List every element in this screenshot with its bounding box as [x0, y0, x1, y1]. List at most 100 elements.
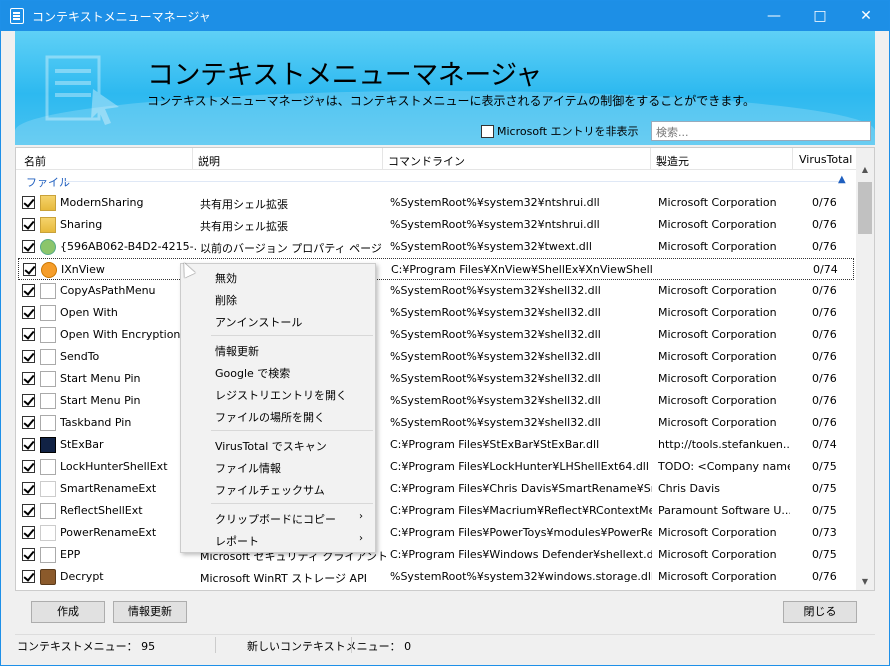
- search-input[interactable]: 検索...: [651, 121, 871, 141]
- vertical-scrollbar[interactable]: ▲ ▼: [856, 148, 874, 590]
- cell-virustotal[interactable]: 0/75: [812, 482, 852, 495]
- hide-microsoft-checkbox[interactable]: [481, 124, 494, 138]
- refresh-info-button[interactable]: 情報更新: [113, 601, 187, 623]
- close-window-button[interactable]: ✕: [843, 1, 889, 31]
- group-header-file[interactable]: ファイル: [26, 174, 70, 190]
- table-row[interactable]: EPP Microsoft セキュリティ クライアント ... C:¥Program…: [18, 544, 854, 566]
- menu-item-open-registry[interactable]: レジストリエントリを開く: [215, 387, 347, 403]
- row-enable-checkbox[interactable]: [22, 526, 35, 539]
- cell-virustotal[interactable]: 0/76: [812, 284, 852, 297]
- cell-virustotal[interactable]: 0/76: [812, 240, 852, 253]
- maximize-button[interactable]: □: [797, 1, 843, 31]
- table-row[interactable]: CopyAsPathMenu %SystemRoot%¥system32¥shel…: [18, 280, 854, 302]
- cell-virustotal[interactable]: 0/76: [812, 350, 852, 363]
- cell-virustotal[interactable]: 0/76: [812, 394, 852, 407]
- scroll-up-icon[interactable]: ▲: [856, 162, 874, 178]
- row-enable-checkbox[interactable]: [22, 394, 35, 407]
- cell-virustotal[interactable]: 0/73: [812, 526, 852, 539]
- cell-name: {596AB062-B4D2-4215-...: [60, 240, 196, 253]
- menu-item-google-search[interactable]: Google で検索: [215, 365, 290, 381]
- row-enable-checkbox[interactable]: [22, 438, 35, 451]
- table-row[interactable]: PowerRenameExt C:¥Program Files¥PowerToys…: [18, 522, 854, 544]
- row-enable-checkbox[interactable]: [22, 416, 35, 429]
- row-enable-checkbox[interactable]: [22, 570, 35, 583]
- row-enable-checkbox[interactable]: [22, 240, 35, 253]
- cell-virustotal[interactable]: 0/74: [812, 438, 852, 451]
- cell-name: Decrypt: [60, 570, 104, 583]
- cell-name: ModernSharing: [60, 196, 144, 209]
- hide-microsoft-toggle[interactable]: Microsoft エントリを非表示: [481, 123, 639, 139]
- cell-virustotal[interactable]: 0/76: [812, 218, 852, 231]
- cell-virustotal[interactable]: 0/75: [812, 548, 852, 561]
- column-maker[interactable]: 製造元: [656, 153, 689, 169]
- cell-virustotal[interactable]: 0/75: [812, 460, 852, 473]
- cell-maker: Microsoft Corporation: [658, 526, 777, 539]
- cell-virustotal[interactable]: 0/75: [812, 504, 852, 517]
- table-row[interactable]: Open With EncryptionM... %SystemRoot%¥sys…: [18, 324, 854, 346]
- close-button[interactable]: 閉じる: [783, 601, 857, 623]
- cell-description: 以前のバージョン プロパティ ページ: [200, 242, 382, 255]
- table-row[interactable]: StExBar C:¥Program Files¥StExBar¥StExBar.…: [18, 434, 854, 456]
- row-enable-checkbox[interactable]: [22, 306, 35, 319]
- menu-item-disable[interactable]: 無効: [215, 270, 237, 286]
- app-window: コンテキストメニューマネージャ — □ ✕ コンテキストメニューマネージャ コン…: [0, 0, 890, 666]
- table-row[interactable]: Decrypt Microsoft WinRT ストレージ API %SystemR…: [18, 566, 854, 588]
- table-row[interactable]: SmartRenameExt C:¥Program Files¥Chris Dav…: [18, 478, 854, 500]
- cell-virustotal[interactable]: 0/76: [812, 570, 852, 583]
- create-button[interactable]: 作成: [31, 601, 105, 623]
- row-enable-checkbox[interactable]: [22, 218, 35, 231]
- table-row[interactable]: ReflectShellExt C:¥Program Files¥Macrium¥…: [18, 500, 854, 522]
- row-enable-checkbox[interactable]: [23, 263, 36, 276]
- menu-item-file-info[interactable]: ファイル情報: [215, 460, 281, 476]
- cell-maker: Microsoft Corporation: [658, 416, 777, 429]
- table-row[interactable]: Open With %SystemRoot%¥system32¥shell32.d…: [18, 302, 854, 324]
- table-row[interactable]: Taskband Pin %SystemRoot%¥system32¥shell3…: [18, 412, 854, 434]
- menu-item-refresh-info[interactable]: 情報更新: [215, 343, 259, 359]
- row-enable-checkbox[interactable]: [22, 284, 35, 297]
- table-row[interactable]: SendTo %SystemRoot%¥system32¥shell32.dll M…: [18, 346, 854, 368]
- table-row[interactable]: LockHunterShellExt C:¥Program Files¥LockH…: [18, 456, 854, 478]
- cell-name: ReflectShellExt: [60, 504, 143, 517]
- column-name[interactable]: 名前: [24, 153, 46, 169]
- cell-virustotal[interactable]: 0/76: [812, 416, 852, 429]
- cell-virustotal[interactable]: 0/76: [812, 196, 852, 209]
- document-icon: [40, 503, 56, 519]
- row-enable-checkbox[interactable]: [22, 504, 35, 517]
- column-description[interactable]: 説明: [198, 153, 220, 169]
- table-row[interactable]: Sharing 共有用シェル拡張 %SystemRoot%¥system32¥nts…: [18, 214, 854, 236]
- row-enable-checkbox[interactable]: [22, 548, 35, 561]
- minimize-button[interactable]: —: [751, 1, 797, 31]
- table-row[interactable]: {596AB062-B4D2-4215-... 以前のバージョン プロパティ ペー…: [18, 236, 854, 258]
- scrollbar-thumb[interactable]: [858, 182, 872, 234]
- collapse-group-icon[interactable]: ▲: [838, 174, 846, 185]
- column-virustotal[interactable]: VirusTotal: [799, 153, 852, 166]
- row-enable-checkbox[interactable]: [22, 372, 35, 385]
- table-row[interactable]: IXnView C:¥Program Files¥XnView¥ShellEx¥X…: [18, 258, 854, 280]
- menu-item-copy-clipboard[interactable]: クリップボードにコピー: [215, 511, 336, 527]
- context-menu-list[interactable]: 名前 説明 コマンドライン 製造元 VirusTotal ファイル ▲ Mode…: [15, 147, 875, 591]
- cell-virustotal[interactable]: 0/76: [812, 372, 852, 385]
- menu-item-uninstall[interactable]: アンインストール: [215, 314, 302, 330]
- header-banner: コンテキストメニューマネージャ コンテキストメニューマネージャは、コンテキストメ…: [15, 31, 875, 145]
- cell-virustotal[interactable]: 0/76: [812, 328, 852, 341]
- table-row[interactable]: Start Menu Pin %SystemRoot%¥system32¥shel…: [18, 368, 854, 390]
- row-enable-checkbox[interactable]: [22, 328, 35, 341]
- table-row[interactable]: Start Menu Pin %SystemRoot%¥system32¥shel…: [18, 390, 854, 412]
- cell-maker: Microsoft Corporation: [658, 328, 777, 341]
- scroll-down-icon[interactable]: ▼: [856, 574, 874, 590]
- row-enable-checkbox[interactable]: [22, 196, 35, 209]
- cell-virustotal[interactable]: 0/74: [813, 263, 853, 276]
- menu-item-report[interactable]: レポート: [215, 533, 259, 549]
- title-bar[interactable]: コンテキストメニューマネージャ — □ ✕: [1, 1, 889, 31]
- row-enable-checkbox[interactable]: [22, 460, 35, 473]
- column-command-line[interactable]: コマンドライン: [388, 153, 465, 169]
- menu-item-file-checksum[interactable]: ファイルチェックサム: [215, 482, 325, 498]
- row-enable-checkbox[interactable]: [22, 350, 35, 363]
- row-enable-checkbox[interactable]: [22, 482, 35, 495]
- menu-item-open-file-location[interactable]: ファイルの場所を開く: [215, 409, 325, 425]
- menu-item-delete[interactable]: 削除: [215, 292, 237, 308]
- document-icon: [40, 327, 56, 343]
- menu-item-virustotal-scan[interactable]: VirusTotal でスキャン: [215, 438, 327, 454]
- cell-virustotal[interactable]: 0/76: [812, 306, 852, 319]
- table-row[interactable]: ModernSharing 共有用シェル拡張 %SystemRoot%¥system…: [18, 192, 854, 214]
